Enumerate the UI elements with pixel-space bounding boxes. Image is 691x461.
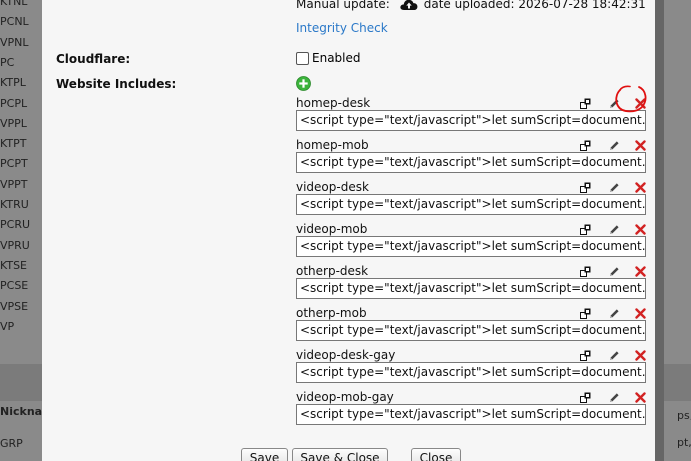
background-code: PCRU (0, 218, 31, 232)
background-code: KTRU (0, 198, 29, 211)
website-includes-label: Website Includes: (56, 77, 177, 91)
include-name: videop-mob-gay (296, 390, 394, 404)
include-name: otherp-desk (296, 264, 369, 278)
background-code: PCNL (0, 15, 29, 29)
background-code: VPPL (0, 116, 27, 130)
background-code: VPPT (0, 177, 28, 191)
include-name: videop-desk-gay (296, 348, 396, 362)
edit-icon[interactable] (609, 266, 620, 277)
include-item: videop-mob-gay <script type="text/javascr… (296, 390, 646, 432)
include-item: videop-desk-gay <script type="text/javasc… (296, 348, 646, 390)
edit-icon[interactable] (609, 182, 620, 193)
expand-icon[interactable] (580, 392, 591, 403)
include-code-field[interactable]: <script type="text/javascript">let sumSc… (296, 194, 646, 215)
edit-icon[interactable] (609, 98, 620, 109)
include-item: homep-mob <script type="text/javascript">… (296, 138, 646, 180)
include-item: videop-mob <script type="text/javascript"… (296, 222, 646, 264)
include-name: otherp-mob (296, 306, 367, 320)
delete-icon[interactable] (635, 139, 646, 151)
include-actions (580, 96, 646, 110)
integrity-check-link[interactable]: Integrity Check (296, 21, 388, 35)
edit-icon[interactable] (609, 224, 620, 235)
background-left-panel: KTNL PCNL VPNL PC KTPL PCPL VPPL KTPT PCPT VPPT KT… (0, 0, 48, 461)
background-code: PCSE (0, 279, 29, 293)
expand-icon[interactable] (580, 140, 591, 151)
delete-icon[interactable] (635, 223, 646, 235)
background-snippet: pt, (677, 436, 691, 449)
include-name: homep-desk (296, 96, 371, 110)
delete-icon[interactable] (635, 181, 646, 193)
include-actions (580, 180, 646, 194)
include-code-field[interactable]: <script type="text/javascript">let sumSc… (296, 110, 646, 131)
include-actions (580, 348, 646, 362)
expand-icon[interactable] (580, 182, 591, 193)
include-code-field[interactable]: <script type="text/javascript">let sumSc… (296, 404, 646, 425)
background-code: VPRU (0, 238, 30, 252)
cloudflare-toggle[interactable]: Enabled (296, 51, 361, 65)
include-code-field[interactable]: <script type="text/javascript">let sumSc… (296, 278, 646, 299)
cloudflare-label: Cloudflare: (56, 52, 131, 66)
edit-icon[interactable] (609, 308, 620, 319)
include-item: homep-desk <script type="text/javascript"… (296, 96, 646, 138)
background-snippet: ps, (677, 409, 691, 422)
background-scroll-column (655, 0, 664, 461)
background-band (0, 364, 42, 401)
expand-icon[interactable] (580, 308, 591, 319)
include-item: otherp-mob <script type="text/javascript"… (296, 306, 646, 348)
cloudflare-checkbox-label[interactable]: Enabled (312, 51, 361, 65)
edit-icon[interactable] (609, 392, 620, 403)
dialog-button-bar: Save Save & Close Close (42, 448, 655, 461)
background-code: VPSE (0, 299, 29, 313)
cloudflare-checkbox[interactable] (296, 51, 309, 65)
include-name: videop-mob (296, 222, 368, 236)
background-code: PCPL (0, 96, 28, 110)
background-nickname-heading: Nicknar (0, 405, 48, 418)
expand-icon[interactable] (580, 98, 591, 109)
include-item: videop-desk <script type="text/javascript… (296, 180, 646, 222)
save-button[interactable]: Save (241, 448, 288, 461)
date-uploaded-text: date uploaded: 2026-07-28 18:42:31 (423, 0, 646, 11)
cloud-upload-icon[interactable] (400, 0, 418, 10)
include-actions (580, 390, 646, 404)
background-right-panel: ps, pt, (655, 0, 691, 461)
expand-icon[interactable] (580, 224, 591, 235)
edit-icon[interactable] (609, 350, 620, 361)
include-actions (580, 138, 646, 152)
manual-update-row: Manual update: date uploaded: 2026-07-28… (296, 0, 646, 11)
expand-icon[interactable] (580, 350, 591, 361)
background-code: KTSE (0, 258, 28, 272)
background-band (664, 364, 691, 401)
include-actions (580, 264, 646, 278)
include-code-field[interactable]: <script type="text/javascript">let sumSc… (296, 362, 646, 383)
expand-icon[interactable] (580, 266, 591, 277)
include-code-field[interactable]: <script type="text/javascript">let sumSc… (296, 152, 646, 173)
background-code: VP (0, 319, 15, 333)
background-code: VPNL (0, 35, 29, 49)
background-code: PCPT (0, 157, 28, 171)
background-code: PC (0, 55, 15, 69)
include-actions (580, 222, 646, 236)
include-name: videop-desk (296, 180, 369, 194)
edit-icon[interactable] (609, 140, 620, 151)
close-button[interactable]: Close (411, 448, 461, 461)
include-actions (580, 306, 646, 320)
delete-icon[interactable] (635, 391, 646, 403)
manual-update-label: Manual update: (296, 0, 390, 11)
background-code: KTPL (0, 76, 26, 90)
delete-icon[interactable] (635, 349, 646, 361)
include-name: homep-mob (296, 138, 369, 152)
background-code: KTPT (0, 137, 27, 151)
edit-site-dialog: Manual update: date uploaded: 2026-07-28… (42, 0, 655, 461)
add-include-icon[interactable] (296, 76, 311, 91)
save-close-button[interactable]: Save & Close (292, 448, 388, 461)
background-code: KTNL (0, 0, 28, 8)
delete-icon[interactable] (635, 265, 646, 277)
delete-icon[interactable] (635, 307, 646, 319)
include-code-field[interactable]: <script type="text/javascript">let sumSc… (296, 320, 646, 341)
include-code-field[interactable]: <script type="text/javascript">let sumSc… (296, 236, 646, 257)
delete-icon[interactable] (635, 97, 646, 109)
include-item: otherp-desk <script type="text/javascript… (296, 264, 646, 306)
background-group-text: GRP (0, 437, 23, 450)
